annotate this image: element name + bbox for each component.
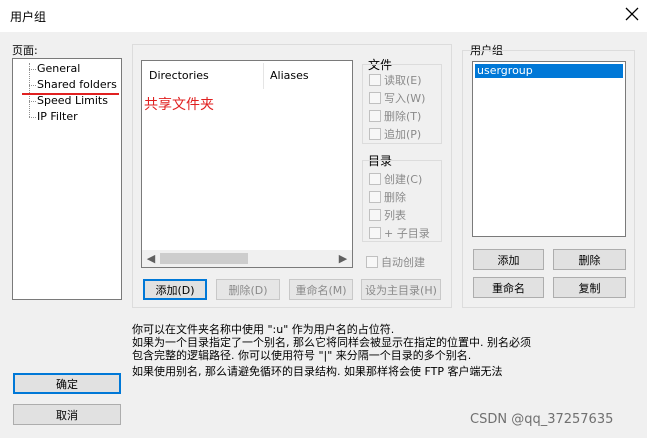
rename-folder-button[interactable]: 重命名(M) <box>289 279 353 300</box>
close-button[interactable] <box>620 3 644 27</box>
cancel-button[interactable]: 取消 <box>13 404 121 425</box>
dir-create-checkbox[interactable]: 创建(C) <box>369 171 422 187</box>
window-title: 用户组 <box>10 10 47 24</box>
tree-item-speed-limits[interactable]: Speed Limits <box>37 94 108 107</box>
info-line-4: 如果使用别名, 那么请避免循环的目录结构. 如果那样将会使 FTP 客户端无法 <box>132 365 503 378</box>
group-copy-button[interactable]: 复制 <box>553 277 626 298</box>
add-folder-button[interactable]: 添加(D) <box>143 279 207 300</box>
tree-item-shared-folders[interactable]: Shared folders <box>37 78 117 91</box>
dir-create-label: 创建(C) <box>384 173 423 186</box>
dir-subdirs-checkbox[interactable]: + 子目录 <box>369 225 430 241</box>
group-add-button[interactable]: 添加 <box>473 249 544 270</box>
file-delete-label: 删除(T) <box>384 110 422 123</box>
file-write-label: 写入(W) <box>384 92 426 105</box>
tree-branch <box>29 117 36 118</box>
directories-list[interactable]: Directories Aliases 共享文件夹 ◀ ▶ <box>141 60 353 268</box>
scroll-right-icon[interactable]: ▶ <box>335 250 351 266</box>
title-bar <box>0 0 647 32</box>
dir-delete-label: 删除 <box>384 191 406 204</box>
horizontal-scrollbar[interactable]: ◀ ▶ <box>142 250 352 267</box>
file-write-checkbox[interactable]: 写入(W) <box>369 90 425 106</box>
tree-item-ip-filter[interactable]: IP Filter <box>37 110 78 123</box>
info-line-3: 包含完整的逻辑路径. 你可以使用符号 "|" 来分隔一个目录的多个别名. <box>132 349 472 362</box>
dir-subdirs-label: + 子目录 <box>384 227 430 240</box>
close-icon <box>625 7 639 24</box>
dir-list-label: 列表 <box>384 209 406 222</box>
user-group-list[interactable]: usergroup <box>472 61 626 237</box>
remove-folder-button[interactable]: 删除(D) <box>216 279 280 300</box>
auto-create-checkbox[interactable]: 自动创建 <box>366 254 425 270</box>
tree-branch <box>29 69 36 70</box>
tree-line <box>29 63 30 117</box>
scroll-left-icon[interactable]: ◀ <box>143 250 159 266</box>
dir-delete-checkbox[interactable]: 删除 <box>369 189 406 205</box>
group-rename-button[interactable]: 重命名 <box>473 277 544 298</box>
file-read-label: 读取(E) <box>384 74 422 87</box>
auto-create-label: 自动创建 <box>381 256 425 269</box>
ok-button[interactable]: 确定 <box>13 373 121 394</box>
user-group-item[interactable]: usergroup <box>475 64 623 78</box>
red-underline-annotation <box>22 93 119 95</box>
column-aliases[interactable]: Aliases <box>270 69 309 82</box>
group-remove-button[interactable]: 删除 <box>553 249 626 270</box>
watermark: CSDN @qq_37257635 <box>470 412 614 427</box>
file-append-label: 追加(P) <box>384 128 422 141</box>
scrollbar-thumb[interactable] <box>160 253 248 264</box>
tree-branch <box>29 85 36 86</box>
tree-branch <box>29 101 36 102</box>
shared-folders-annotation: 共享文件夹 <box>144 97 214 113</box>
set-home-dir-button[interactable]: 设为主目录(H) <box>361 279 441 300</box>
pages-label: 页面: <box>12 44 38 57</box>
dir-list-checkbox[interactable]: 列表 <box>369 207 406 223</box>
tree-item-general[interactable]: General <box>37 62 80 75</box>
column-directories[interactable]: Directories <box>149 69 209 82</box>
column-divider <box>263 63 264 89</box>
file-append-checkbox[interactable]: 追加(P) <box>369 126 421 142</box>
file-delete-checkbox[interactable]: 删除(T) <box>369 108 421 124</box>
file-read-checkbox[interactable]: 读取(E) <box>369 72 422 88</box>
